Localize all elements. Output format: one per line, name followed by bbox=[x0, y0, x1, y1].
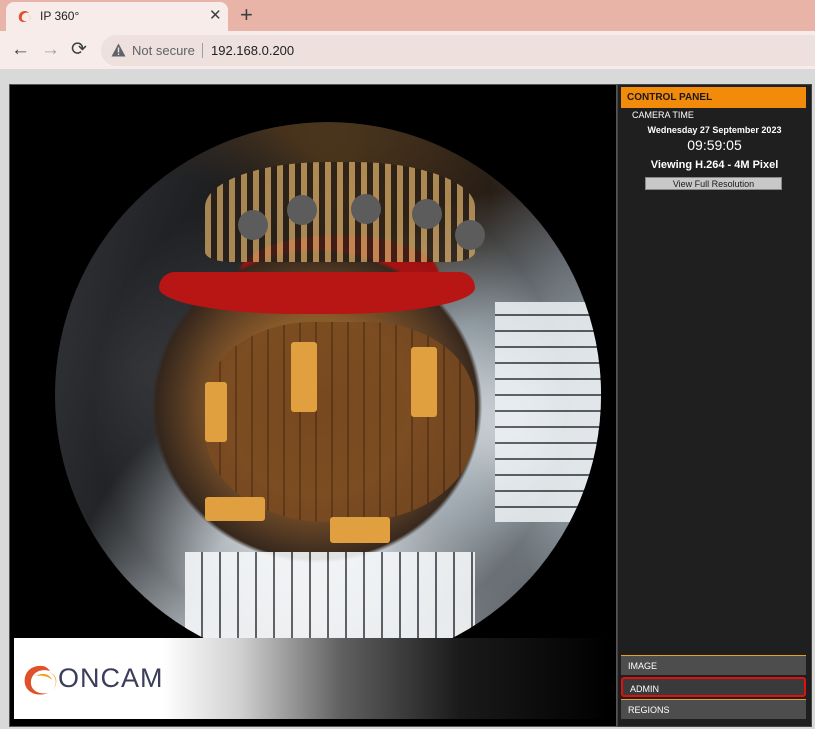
new-tab-button[interactable]: + bbox=[240, 3, 253, 27]
browser-toolbar: ← → ⟳ Not secure 192.168.0.200 bbox=[0, 31, 815, 69]
menu-item-regions[interactable]: REGIONS bbox=[621, 699, 806, 719]
stream-info: Viewing H.264 - 4M Pixel bbox=[650, 159, 779, 171]
control-panel-header: CONTROL PANEL bbox=[621, 87, 806, 108]
window-wall bbox=[495, 302, 601, 522]
address-bar[interactable]: Not secure 192.168.0.200 bbox=[101, 35, 815, 66]
pendant-lamp bbox=[238, 210, 268, 240]
table bbox=[411, 347, 437, 417]
oncam-logo-icon bbox=[24, 665, 57, 695]
camera-web-ui: ONCAM CONTROL PANEL CAMERA TIME Wednesda… bbox=[0, 69, 815, 729]
security-status-label[interactable]: Not secure bbox=[132, 43, 195, 58]
pendant-lamp bbox=[287, 195, 317, 225]
table bbox=[330, 517, 390, 543]
address-separator bbox=[202, 43, 203, 58]
forward-arrow-icon[interactable]: → bbox=[41, 40, 60, 60]
url-text[interactable]: 192.168.0.200 bbox=[211, 43, 294, 58]
fisheye-camera-image[interactable] bbox=[55, 122, 601, 668]
table bbox=[205, 382, 227, 442]
oncam-favicon-icon bbox=[18, 11, 31, 23]
pendant-lamp bbox=[412, 199, 442, 229]
camera-viewer[interactable]: ONCAM bbox=[9, 84, 617, 727]
table bbox=[205, 497, 265, 521]
view-full-resolution-button[interactable]: View Full Resolution bbox=[645, 177, 782, 190]
tab-title: IP 360° bbox=[40, 9, 80, 23]
browser-tabstrip: IP 360° ✕ + bbox=[0, 0, 815, 31]
camera-time-label: CAMERA TIME bbox=[632, 110, 694, 120]
control-panel: CONTROL PANEL CAMERA TIME Wednesday 27 S… bbox=[617, 84, 812, 727]
pendant-lamp bbox=[351, 194, 381, 224]
pendant-lamp bbox=[455, 220, 485, 250]
menu-item-image[interactable]: IMAGE bbox=[621, 655, 806, 675]
reload-icon[interactable]: ⟳ bbox=[71, 40, 87, 60]
camera-clock: 09:59:05 bbox=[687, 137, 742, 153]
table bbox=[291, 342, 317, 412]
browser-tab[interactable]: IP 360° ✕ bbox=[6, 2, 228, 31]
back-arrow-icon[interactable]: ← bbox=[11, 40, 30, 60]
red-bar-counter bbox=[159, 272, 475, 314]
oncam-logo-banner: ONCAM bbox=[14, 638, 609, 719]
warning-triangle-icon[interactable] bbox=[111, 43, 126, 57]
tab-close-icon[interactable]: ✕ bbox=[209, 7, 222, 25]
menu-item-admin[interactable]: ADMIN bbox=[621, 677, 806, 697]
oncam-logo-text: ONCAM bbox=[58, 663, 164, 693]
camera-date: Wednesday 27 September 2023 bbox=[647, 125, 782, 135]
